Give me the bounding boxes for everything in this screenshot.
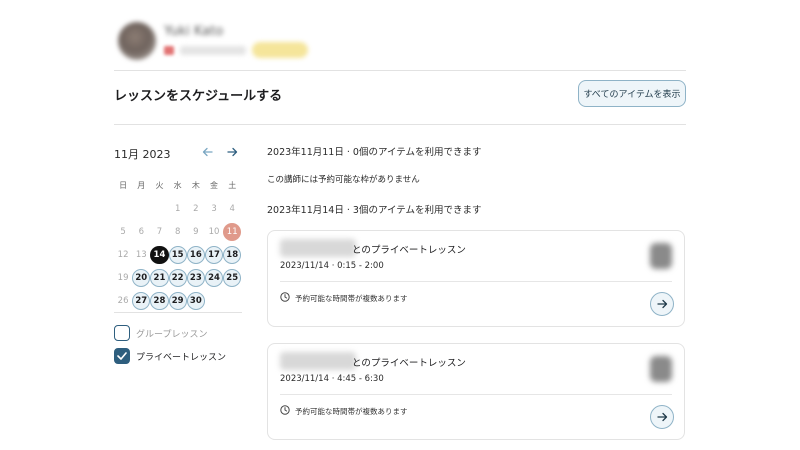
calendar-month-label: 11月 2023 bbox=[114, 148, 171, 161]
open-lesson-button[interactable] bbox=[650, 292, 674, 316]
date-availability-heading: 2023年11月14日 · 3個のアイテムを利用できます bbox=[267, 205, 482, 216]
calendar-day-available[interactable]: 17 bbox=[204, 245, 224, 264]
calendar-week-row: 19 20 21 22 23 24 25 bbox=[114, 266, 242, 289]
calendar-day: 10 bbox=[208, 226, 220, 237]
filter-label: プライベートレッスン bbox=[136, 352, 227, 363]
page-title: レッスンをスケジュールする bbox=[114, 89, 283, 104]
instructor-profile: Yuki Kato bbox=[114, 18, 374, 62]
weekday-label: 日 bbox=[119, 181, 128, 190]
divider bbox=[280, 281, 672, 282]
calendar-day-available[interactable]: 16 bbox=[186, 245, 205, 264]
weekday-label: 土 bbox=[228, 181, 237, 190]
calendar-day-available[interactable]: 24 bbox=[204, 268, 224, 287]
calendar-day: 7 bbox=[156, 226, 163, 237]
calendar-day: 19 bbox=[117, 272, 129, 283]
weekday-label: 火 bbox=[155, 181, 164, 190]
calendar-day: 5 bbox=[120, 226, 126, 237]
calendar-week-row: 12 13 14 15 16 17 18 bbox=[114, 243, 242, 266]
calendar-empty-cell bbox=[150, 200, 168, 218]
calendar-day-selected[interactable]: 11 bbox=[223, 222, 242, 241]
arrow-right-icon[interactable] bbox=[222, 142, 242, 162]
arrow-right-icon bbox=[656, 412, 667, 422]
lesson-title: とのプライベートレッスン bbox=[352, 245, 466, 256]
clock-icon bbox=[280, 405, 290, 415]
checkbox-icon[interactable] bbox=[114, 325, 130, 341]
weekday-label: 月 bbox=[137, 181, 146, 190]
calendar-empty-cell bbox=[114, 200, 132, 218]
calendar-day-available[interactable]: 18 bbox=[223, 245, 242, 264]
checkbox-checked-icon[interactable] bbox=[114, 348, 130, 364]
calendar-day: 26 bbox=[117, 295, 129, 306]
multiple-slots-note: 予約可能な時間帯が複数あります bbox=[295, 294, 408, 303]
calendar-day: 2 bbox=[193, 203, 199, 214]
calendar-weekday-row: 日 月 火 水 木 金 土 bbox=[114, 174, 242, 197]
filter-private-lesson[interactable]: プライベートレッスン bbox=[114, 347, 226, 365]
divider bbox=[114, 312, 242, 313]
date-availability-heading: 2023年11月11日 · 0個のアイテムを利用できます bbox=[267, 147, 482, 158]
instructor-subtitle bbox=[180, 46, 246, 55]
show-all-items-button[interactable]: すべてのアイテムを表示 bbox=[578, 80, 686, 107]
lesson-time: 2023/11/14 · 0:15 - 2:00 bbox=[280, 261, 384, 271]
weekday-label: 木 bbox=[191, 181, 200, 190]
arrow-right-icon bbox=[656, 299, 667, 309]
clock-icon bbox=[280, 292, 290, 302]
calendar-day: 3 bbox=[211, 203, 217, 214]
calendar-day-available[interactable]: 29 bbox=[168, 291, 187, 310]
weekday-label: 水 bbox=[173, 181, 182, 190]
calendar-day: 1 bbox=[174, 203, 181, 214]
calendar-week-row: 5 6 7 8 9 10 11 bbox=[114, 220, 242, 243]
calendar-day: 9 bbox=[193, 226, 199, 237]
calendar-day: 4 bbox=[229, 203, 235, 214]
divider bbox=[114, 70, 686, 71]
calendar-day-available[interactable]: 20 bbox=[132, 268, 151, 287]
calendar-day-available[interactable]: 25 bbox=[223, 268, 242, 287]
calendar-day-today[interactable]: 14 bbox=[150, 245, 169, 264]
open-lesson-button[interactable] bbox=[650, 405, 674, 429]
calendar-day-available[interactable]: 28 bbox=[150, 291, 169, 310]
avatar bbox=[118, 22, 156, 60]
calendar-empty-cell bbox=[205, 292, 223, 310]
multiple-slots-note: 予約可能な時間帯が複数あります bbox=[295, 407, 408, 416]
instructor-thumbnail bbox=[650, 356, 672, 382]
calendar-day: 6 bbox=[138, 226, 144, 237]
instructor-name: Yuki Kato bbox=[164, 24, 224, 39]
no-slots-message: この講師には予約可能な枠がありません bbox=[267, 175, 420, 185]
arrow-left-icon[interactable] bbox=[197, 142, 217, 162]
lesson-card[interactable]: とのプライベートレッスン 2023/11/14 · 4:45 - 6:30 予約… bbox=[267, 343, 685, 440]
calendar-empty-cell bbox=[132, 200, 150, 218]
calendar-day-available[interactable]: 22 bbox=[168, 268, 187, 287]
instructor-name-redacted bbox=[280, 352, 356, 370]
instructor-name-redacted bbox=[280, 239, 356, 257]
divider bbox=[114, 124, 686, 125]
lesson-title: とのプライベートレッスン bbox=[352, 358, 466, 369]
calendar-week-row: 1 2 3 4 bbox=[114, 197, 242, 220]
calendar-grid: 日 月 火 水 木 金 土 1 2 3 4 5 6 7 8 9 10 11 12 13 14 15 16 17 1… bbox=[114, 174, 242, 312]
calendar-week-row: 26 27 28 29 30 bbox=[114, 289, 242, 312]
calendar-day-available[interactable]: 15 bbox=[168, 245, 187, 264]
filter-label: グループレッスン bbox=[136, 329, 208, 340]
calendar-day-available[interactable]: 30 bbox=[186, 291, 205, 310]
calendar-day: 13 bbox=[135, 249, 147, 260]
status-badge bbox=[252, 42, 308, 58]
calendar-empty-cell bbox=[223, 292, 241, 310]
divider bbox=[280, 394, 672, 395]
calendar-day-available[interactable]: 27 bbox=[132, 291, 151, 310]
calendar-day-available[interactable]: 23 bbox=[186, 268, 205, 287]
calendar-day: 12 bbox=[117, 249, 129, 260]
lesson-time: 2023/11/14 · 4:45 - 6:30 bbox=[280, 374, 384, 384]
weekday-label: 金 bbox=[210, 181, 219, 190]
lesson-card[interactable]: とのプライベートレッスン 2023/11/14 · 0:15 - 2:00 予約… bbox=[267, 230, 685, 327]
calendar-weeks: 1 2 3 4 5 6 7 8 9 10 11 12 13 14 15 16 17 18 19 20 21 22 23 24 2… bbox=[114, 197, 242, 312]
filter-group-lesson[interactable]: グループレッスン bbox=[114, 324, 207, 342]
calendar-day: 8 bbox=[174, 226, 181, 237]
country-flag-icon bbox=[164, 46, 174, 55]
calendar-day-available[interactable]: 21 bbox=[150, 268, 169, 287]
instructor-thumbnail bbox=[650, 243, 672, 269]
